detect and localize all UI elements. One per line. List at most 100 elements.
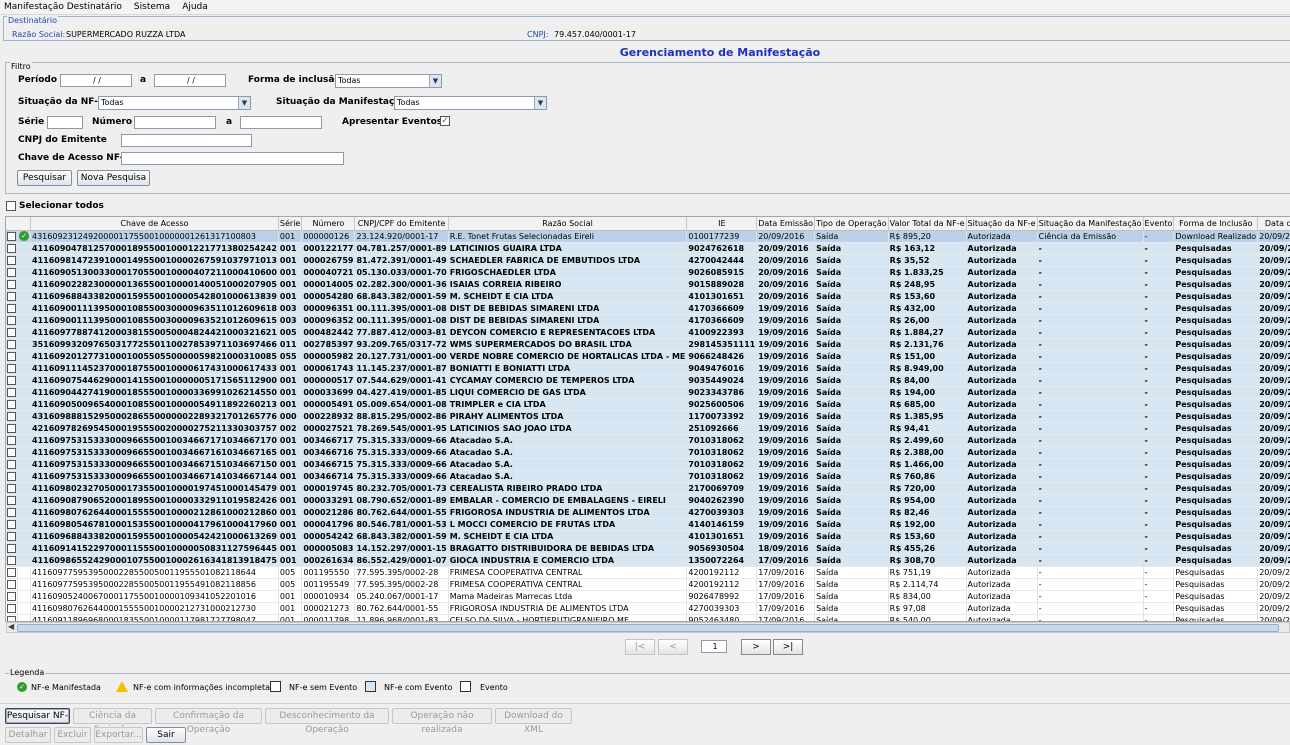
sair-button[interactable]: Sair	[146, 727, 186, 743]
row-select-cell[interactable]	[6, 254, 18, 267]
row-select-cell[interactable]	[6, 398, 18, 411]
table-row[interactable]: 4116097788741200038155005000482442100032…	[6, 326, 1290, 339]
row-select-cell[interactable]	[6, 386, 18, 399]
table-row[interactable]: 4116090513003300017055001000040721100041…	[6, 266, 1290, 279]
row-select-cell[interactable]	[6, 374, 18, 387]
table-row[interactable]: ✓ 431609231249200001175500100000012613171…	[6, 230, 1290, 243]
table-row[interactable]: 4116097531533300096655001003466717103466…	[6, 434, 1290, 447]
row-checkbox[interactable]	[7, 303, 16, 313]
table-row[interactable]: 4116096884338200015955001000054242100061…	[6, 530, 1290, 543]
periodo-to-field[interactable]: / /	[154, 74, 226, 87]
menu-sistema[interactable]: Sistema	[134, 2, 170, 12]
scrollbar-thumb[interactable]	[17, 624, 1279, 632]
nova-pesquisa-button[interactable]: Nova Pesquisa	[77, 170, 150, 186]
row-select-cell[interactable]	[6, 422, 18, 435]
exportar-button[interactable]: Exportar...	[94, 727, 143, 743]
desconhecimento-operacao-button[interactable]: Desconhecimento da Operação	[265, 708, 389, 735]
row-checkbox[interactable]	[7, 579, 16, 589]
row-select-cell[interactable]	[6, 458, 18, 471]
row-select-cell[interactable]	[6, 362, 18, 375]
row-checkbox[interactable]	[7, 519, 16, 529]
table-row[interactable]: 4316098881529500028655000000228932170126…	[6, 410, 1290, 423]
table-row[interactable]: 4116096884338200015955001000054280100061…	[6, 290, 1290, 303]
row-select-cell[interactable]	[6, 446, 18, 459]
table-row[interactable]: 4116098076264400015555001000021286100021…	[6, 506, 1290, 519]
row-checkbox[interactable]	[7, 375, 16, 385]
row-checkbox[interactable]	[7, 267, 16, 277]
pesquisar-nfe-button[interactable]: Pesquisar NF-e	[5, 708, 70, 735]
excluir-button[interactable]: Excluir	[54, 727, 91, 743]
col-header-cnpj[interactable]: CNPJ/CPF do Emitente	[354, 217, 449, 231]
row-select-cell[interactable]	[6, 602, 18, 615]
table-row[interactable]: 4116098023270500017355001000019745100014…	[6, 482, 1290, 495]
confirmacao-operacao-button[interactable]: Confirmação da Operação	[155, 708, 262, 735]
col-header-valor-total[interactable]: Valor Total da NF-e	[888, 217, 967, 231]
numero-from-field[interactable]	[134, 116, 216, 129]
row-select-cell[interactable]	[6, 470, 18, 483]
menu-ajuda[interactable]: Ajuda	[182, 2, 208, 12]
table-row[interactable]: 4116097531533300096655001003466716103466…	[6, 446, 1290, 459]
col-header-razao[interactable]: Razão Social	[448, 217, 688, 231]
row-select-cell[interactable]	[6, 530, 18, 543]
table-row[interactable]: 4116090011139500010855003000096351101260…	[6, 302, 1290, 315]
table-row[interactable]: 4216097826954500019555002000027521133030…	[6, 422, 1290, 435]
col-header-situacao-nfe[interactable]: Situação da NF-e	[966, 217, 1038, 231]
row-select-cell[interactable]	[6, 542, 18, 555]
table-row[interactable]: 4116098655242900010755001000261634181391…	[6, 554, 1290, 567]
col-header-forma-inclusao[interactable]: Forma de Inclusão	[1173, 217, 1259, 231]
cnpj-emitente-field[interactable]	[121, 134, 252, 147]
col-header-tipo-operacao[interactable]: Tipo de Operação	[814, 217, 889, 231]
row-select-cell[interactable]	[6, 434, 18, 447]
row-select-cell[interactable]	[6, 338, 18, 351]
row-checkbox[interactable]	[7, 411, 16, 421]
next-page-button[interactable]: >	[741, 639, 771, 655]
row-select-cell[interactable]	[6, 482, 18, 495]
row-select-cell[interactable]	[6, 266, 18, 279]
table-row[interactable]: 4116092012773100010055055000005982100031…	[6, 350, 1290, 363]
row-checkbox[interactable]	[7, 447, 16, 457]
row-select-cell[interactable]	[6, 242, 18, 255]
row-select-cell[interactable]	[6, 410, 18, 423]
download-xml-button[interactable]: Download do XML	[495, 708, 572, 735]
row-checkbox[interactable]	[7, 555, 16, 565]
row-checkbox[interactable]	[7, 507, 16, 517]
prev-page-button[interactable]: <	[658, 639, 688, 655]
row-select-cell[interactable]	[6, 554, 18, 567]
row-select-cell[interactable]	[6, 506, 18, 519]
table-row[interactable]: 4116097531533300096655001003466714103466…	[6, 470, 1290, 483]
col-header-data-emissao[interactable]: Data Emissão	[756, 217, 816, 231]
row-checkbox[interactable]	[7, 423, 16, 433]
table-row[interactable]: 4116097531533300096655001003466715103466…	[6, 458, 1290, 471]
table-row[interactable]: 4116091189696800018355001000011798172779…	[6, 614, 1290, 621]
first-page-button[interactable]: |<	[625, 639, 655, 655]
scroll-left-icon[interactable]: ◀	[8, 622, 14, 631]
row-select-cell[interactable]	[6, 230, 18, 243]
table-row[interactable]: 4116090879065200018955001000033291101958…	[6, 494, 1290, 507]
periodo-from-field[interactable]: / /	[60, 74, 132, 87]
table-row[interactable]: 4116090524006700011755001000010934105220…	[6, 590, 1290, 603]
table-row[interactable]: 4116091415229700011555001000005083112759…	[6, 542, 1290, 555]
numero-to-field[interactable]	[240, 116, 322, 129]
row-checkbox[interactable]	[7, 495, 16, 505]
row-checkbox[interactable]	[7, 399, 16, 409]
horizontal-scrollbar[interactable]: ◀	[6, 622, 1290, 633]
row-checkbox[interactable]	[7, 435, 16, 445]
table-row[interactable]: 4116090754462900014155001000000517156511…	[6, 374, 1290, 387]
ciencia-emissao-button[interactable]: Ciência da Emissão	[73, 708, 152, 735]
situacao-manif-select[interactable]: Todas ▼	[394, 96, 547, 110]
row-checkbox[interactable]	[7, 591, 16, 601]
table-row[interactable]: 4116097759539500022855005001195550108211…	[6, 566, 1290, 579]
row-select-cell[interactable]	[6, 494, 18, 507]
row-checkbox[interactable]	[7, 459, 16, 469]
row-select-cell[interactable]	[6, 326, 18, 339]
table-row[interactable]: 4116098147239100014955001000026759103797…	[6, 254, 1290, 267]
chave-acesso-field[interactable]	[121, 152, 344, 165]
row-select-cell[interactable]	[6, 578, 18, 591]
row-checkbox[interactable]	[7, 567, 16, 577]
forma-inclusao-select[interactable]: Todas ▼	[335, 74, 442, 88]
table-row[interactable]: 4116090228230000013655001000014005100020…	[6, 278, 1290, 291]
operacao-nao-realizada-button[interactable]: Operação não realizada	[392, 708, 492, 735]
menu-manifestacao[interactable]: Manifestação Destinatário	[4, 2, 122, 12]
row-select-cell[interactable]	[6, 614, 18, 621]
col-header-situacao-manif[interactable]: Situação da Manifestação	[1037, 217, 1144, 231]
